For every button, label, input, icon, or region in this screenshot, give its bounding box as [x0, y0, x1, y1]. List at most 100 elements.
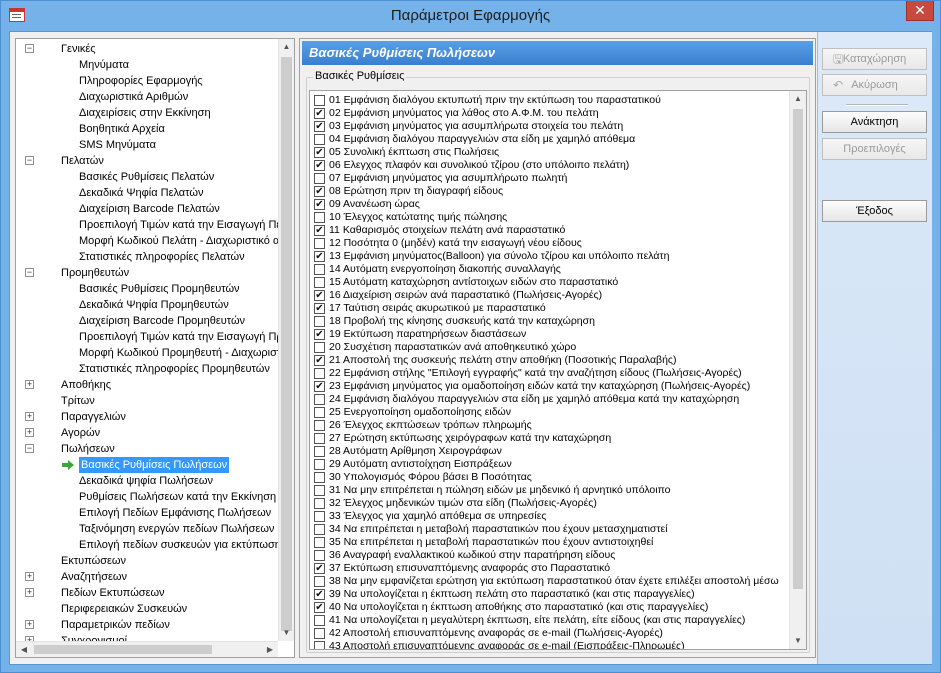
option-row[interactable]: 31 Να μην επιτρέπεται η πώληση ειδών με … — [312, 484, 788, 497]
option-row[interactable]: 20 Συσχέτιση παραστατικών ανά αποθηκευτι… — [312, 341, 788, 354]
exit-button[interactable]: Έξοδος — [822, 200, 927, 222]
tree-item[interactable]: Δεκαδικά ψηφία Πωλήσεων — [16, 473, 278, 489]
option-row[interactable]: ✔ 06 Ελεγχος πλαφόν και συνολικού τζίρου … — [312, 159, 788, 172]
tree-item[interactable]: Διαχείριση Barcode Πελατών — [16, 201, 278, 217]
expand-icon[interactable]: + — [25, 428, 34, 437]
tree-item[interactable]: Επιλογή πεδίων συσκευών για εκτύπωση — [16, 537, 278, 553]
option-row[interactable]: 41 Να υπολογίζεται η μεγαλύτερη έκπτωση,… — [312, 614, 788, 627]
tree-item[interactable]: Βασικές Ρυθμίσεις Πωλήσεων — [16, 457, 278, 473]
expand-icon[interactable]: + — [25, 620, 34, 629]
option-checkbox[interactable]: ✔ — [314, 225, 325, 236]
tree-item[interactable]: + Συγχρονισμοί — [16, 633, 278, 641]
tree-item[interactable]: + Παραγγελιών — [16, 409, 278, 425]
option-checkbox[interactable]: ✔ — [314, 602, 325, 613]
option-checkbox[interactable]: ✔ — [314, 186, 325, 197]
option-row[interactable]: 34 Να επιτρέπεται η μεταβολή παραστατικώ… — [312, 523, 788, 536]
option-checkbox[interactable] — [314, 524, 325, 535]
option-checkbox[interactable] — [314, 615, 325, 626]
tree-item[interactable]: Περιφερειακών Συσκευών — [16, 601, 278, 617]
option-row[interactable]: 25 Ενεργοποίηση ομαδοποίησης ειδών — [312, 406, 788, 419]
tree-item[interactable]: Προεπιλογή Τιμών κατά την Εισαγωγή Πρ — [16, 329, 278, 345]
option-row[interactable]: 35 Να επιτρέπεται η μεταβολή παραστατικώ… — [312, 536, 788, 549]
option-checkbox[interactable] — [314, 628, 325, 639]
option-checkbox[interactable] — [314, 316, 325, 327]
scroll-left-icon[interactable]: ◀ — [16, 642, 32, 657]
option-checkbox[interactable] — [314, 342, 325, 353]
option-row[interactable]: ✔ 09 Ανανέωση ώρας — [312, 198, 788, 211]
option-row[interactable]: ✔ 03 Εμφάνιση μηνύματος για ασυμπλήρωτα σ… — [312, 120, 788, 133]
option-row[interactable]: 43 Αποστολή επισυναπτόμενης αναφοράς σε … — [312, 640, 788, 649]
tree-item[interactable]: Ταξινόμηση ενεργών πεδίων Πωλήσεων — [16, 521, 278, 537]
expand-icon[interactable]: + — [25, 588, 34, 597]
collapse-icon[interactable]: − — [25, 156, 34, 165]
option-row[interactable]: 01 Εμφάνιση διαλόγου εκτυπωτή πριν την ε… — [312, 94, 788, 107]
save-button[interactable]: 🖫 Καταχώρηση — [822, 48, 927, 70]
tree-item[interactable]: SMS Μηνύματα — [16, 137, 278, 153]
restore-button[interactable]: Ανάκτηση — [822, 111, 927, 133]
tree-item[interactable]: Βασικές Ρυθμίσεις Πελατών — [16, 169, 278, 185]
option-checkbox[interactable] — [314, 433, 325, 444]
option-checkbox[interactable]: ✔ — [314, 303, 325, 314]
option-row[interactable]: ✔ 17 Ταύτιση σειράς ακυρωτικού με παραστα… — [312, 302, 788, 315]
collapse-icon[interactable]: − — [25, 44, 34, 53]
tree-item[interactable]: Επιλογή Πεδίων Εμφάνισης Πωλήσεων — [16, 505, 278, 521]
scroll-up-icon[interactable]: ▲ — [790, 91, 806, 107]
option-row[interactable]: ✔ 37 Εκτύπωση επισυναπτόμενης αναφοράς στ… — [312, 562, 788, 575]
option-checkbox[interactable] — [314, 511, 325, 522]
option-row[interactable]: 04 Εμφάνιση διαλόγου παραγγελιών στα είδ… — [312, 133, 788, 146]
scroll-down-icon[interactable]: ▼ — [279, 625, 294, 641]
tree-item[interactable]: Διαχείριση Barcode Προμηθευτών — [16, 313, 278, 329]
option-checkbox[interactable]: ✔ — [314, 251, 325, 262]
option-checkbox[interactable]: ✔ — [314, 290, 325, 301]
tree-item[interactable]: Δεκαδικά Ψηφία Πελατών — [16, 185, 278, 201]
option-row[interactable]: ✔ 40 Να υπολογίζεται η έκπτωση αποθήκης σ… — [312, 601, 788, 614]
tree-item[interactable]: Στατιστικές πληροφορίες Προμηθευτών — [16, 361, 278, 377]
option-row[interactable]: ✔ 19 Εκτύπωση παρατηρήσεων διαστάσεων — [312, 328, 788, 341]
option-row[interactable]: 15 Αυτόματη καταχώρηση αντίστοιχων ειδών… — [312, 276, 788, 289]
option-checkbox[interactable] — [314, 407, 325, 418]
tree-item[interactable]: Μορφή Κωδικού Προμηθευτή - Διαχωριστ — [16, 345, 278, 361]
scroll-up-icon[interactable]: ▲ — [279, 39, 294, 55]
tree-item[interactable]: Μηνύματα — [16, 57, 278, 73]
option-checkbox[interactable] — [314, 576, 325, 587]
tree-vertical-scrollbar[interactable]: ▲ ▼ — [278, 39, 294, 641]
option-row[interactable]: 38 Να μην εμφανίζεται ερώτηση για εκτύπω… — [312, 575, 788, 588]
option-row[interactable]: 28 Αυτόματη Αρίθμηση Χειρογράφων — [312, 445, 788, 458]
option-checkbox[interactable] — [314, 472, 325, 483]
scroll-down-icon[interactable]: ▼ — [790, 633, 806, 649]
tree-item[interactable]: Τρίτων — [16, 393, 278, 409]
option-row[interactable]: 33 Έλεγχος για χαμηλό απόθεμα σε υπηρεσί… — [312, 510, 788, 523]
option-row[interactable]: 26 Έλεγχος εκπτώσεων τρόπων πληρωμής — [312, 419, 788, 432]
option-checkbox[interactable] — [314, 368, 325, 379]
option-row[interactable]: 27 Ερώτηση εκτύπωσης χειρόγραφων κατά τη… — [312, 432, 788, 445]
option-checkbox[interactable]: ✔ — [314, 199, 325, 210]
scroll-thumb[interactable] — [281, 57, 292, 631]
tree-item[interactable]: + Παραμετρικών πεδίων — [16, 617, 278, 633]
option-checkbox[interactable]: ✔ — [314, 160, 325, 171]
option-checkbox[interactable] — [314, 485, 325, 496]
option-row[interactable]: ✔ 39 Να υπολογίζεται η έκπτωση πελάτη στο… — [312, 588, 788, 601]
option-row[interactable]: ✔ 13 Εμφάνιση μηνύματος(Balloon) για σύνο… — [312, 250, 788, 263]
tree-item[interactable]: Διαχωριστικά Αριθμών — [16, 89, 278, 105]
tree-item[interactable]: − Προμηθευτών — [16, 265, 278, 281]
option-row[interactable]: 42 Αποστολή επισυναπτόμενης αναφοράς σε … — [312, 627, 788, 640]
option-checkbox[interactable] — [314, 550, 325, 561]
tree-item[interactable]: + Αναζητήσεων — [16, 569, 278, 585]
option-row[interactable]: 30 Υπολογισμός Φόρου βάσει Β Ποσότητας — [312, 471, 788, 484]
option-checkbox[interactable]: ✔ — [314, 563, 325, 574]
tree-item[interactable]: Εκτυπώσεων — [16, 553, 278, 569]
tree-item[interactable]: − Γενικές — [16, 41, 278, 57]
option-checkbox[interactable] — [314, 420, 325, 431]
option-checkbox[interactable]: ✔ — [314, 147, 325, 158]
options-vertical-scrollbar[interactable]: ▲ ▼ — [789, 91, 806, 649]
option-row[interactable]: 18 Προβολή της κίνησης συσκευής κατά την… — [312, 315, 788, 328]
expand-icon[interactable]: + — [25, 412, 34, 421]
tree-item[interactable]: − Πωλήσεων — [16, 441, 278, 457]
tree-item[interactable]: + Αποθήκης — [16, 377, 278, 393]
defaults-button[interactable]: Προεπιλογές — [822, 138, 927, 160]
option-row[interactable]: ✔ 08 Ερώτηση πριν τη διαγραφή είδους — [312, 185, 788, 198]
option-row[interactable]: ✔ 02 Εμφάνιση μηνύματος για λάθος στο Α.Φ… — [312, 107, 788, 120]
option-checkbox[interactable]: ✔ — [314, 329, 325, 340]
tree-item[interactable]: Δεκαδικά Ψηφία Προμηθευτών — [16, 297, 278, 313]
tree-item[interactable]: − Πελατών — [16, 153, 278, 169]
